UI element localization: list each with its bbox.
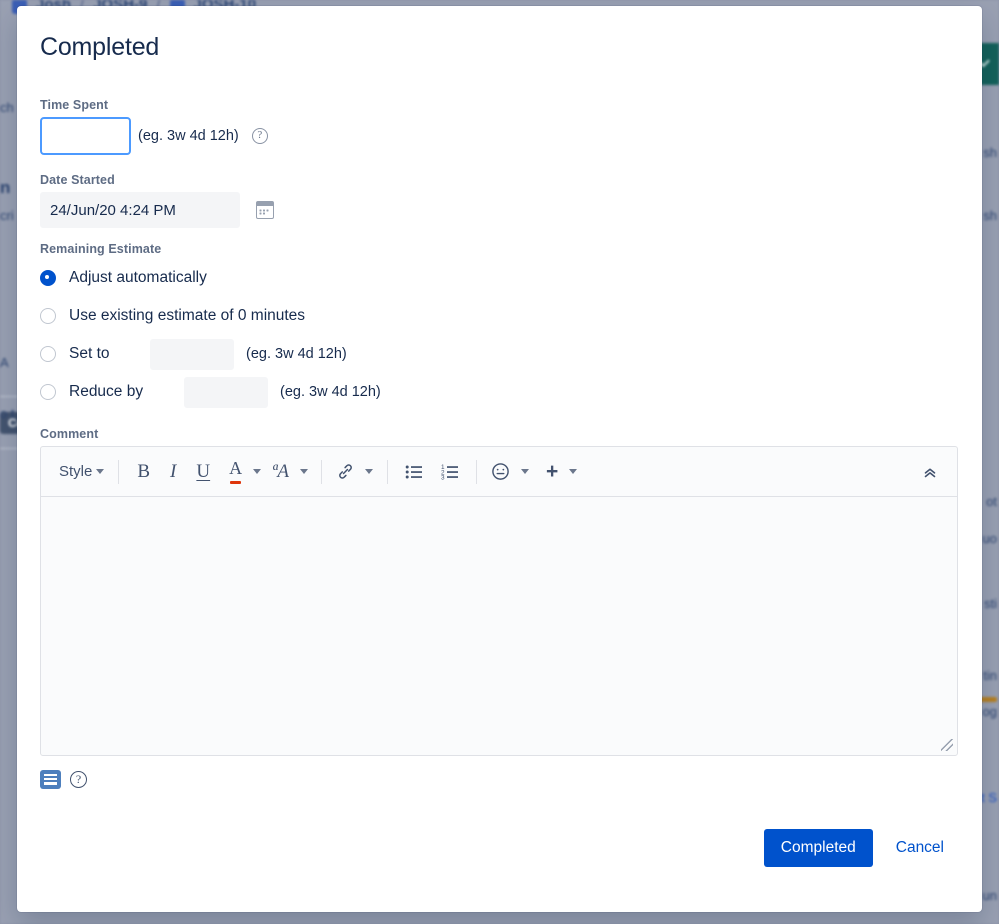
bg-text-fragment-4: A	[0, 355, 9, 370]
date-started-input[interactable]	[40, 192, 240, 228]
numbered-list-icon: 1 2 3	[441, 464, 458, 481]
bg-right-fragment-6: og	[982, 704, 997, 719]
comment-label: Comment	[40, 427, 99, 441]
time-spent-hint: (eg. 3w 4d 12h)	[138, 128, 239, 144]
insert-more-dropdown[interactable]	[564, 465, 582, 478]
chevron-down-icon	[569, 469, 578, 474]
radio-label-use-existing-estimate: Use existing estimate of 0 minutes	[69, 307, 306, 324]
bullet-list-icon	[405, 465, 422, 478]
bold-button[interactable]: B	[127, 457, 160, 487]
underline-button[interactable]: U	[186, 457, 220, 487]
link-button[interactable]	[330, 458, 379, 485]
bg-text-fragment-1: n	[0, 178, 11, 197]
text-color-dropdown[interactable]	[248, 465, 266, 478]
bg-text-fragment-5: o t	[0, 406, 15, 421]
editor-toolbar: Style B I U A ªA 1 2 3 +	[41, 447, 957, 497]
text-style-more-icon: ªA	[272, 460, 289, 482]
style-dropdown[interactable]: Style	[53, 459, 110, 484]
date-started-label: Date Started	[40, 173, 115, 187]
bg-text-fragment-2: cri	[0, 208, 14, 223]
bullet-list-button[interactable]	[396, 459, 432, 485]
bg-right-fragment-3: uo	[982, 531, 997, 546]
cancel-button[interactable]: Cancel	[883, 829, 957, 867]
toolbar-divider-1	[118, 459, 120, 484]
time-spent-label: Time Spent	[40, 98, 109, 112]
toolbar-divider-4	[475, 459, 477, 484]
chevron-double-up-icon	[924, 467, 936, 477]
set-to-hint: (eg. 3w 4d 12h)	[246, 346, 347, 362]
radio-label-adjust-automatically: Adjust automatically	[69, 269, 207, 286]
italic-icon: I	[170, 460, 177, 482]
set-to-input[interactable]	[150, 338, 234, 370]
bg-right-fragment-1: sh	[983, 208, 997, 223]
bg-right-fragment-8: un	[982, 888, 997, 903]
radio-adjust-automatically[interactable]	[40, 270, 56, 286]
chevron-down-icon	[520, 469, 529, 474]
bg-right-fragment-0: sh	[983, 145, 997, 160]
radio-label-reduce-by: Reduce by	[69, 383, 144, 400]
bg-right-fragment-5: tin	[983, 668, 997, 683]
radio-set-to[interactable]	[40, 346, 56, 362]
radio-reduce-by[interactable]	[40, 384, 56, 400]
help-circle-icon[interactable]: ?	[70, 771, 87, 788]
bg-right-fragment-4: sti	[984, 596, 997, 611]
comment-textarea[interactable]	[41, 497, 957, 755]
visibility-restriction-icon[interactable]	[40, 770, 61, 789]
remaining-estimate-option-set-to[interactable]: Set to (eg. 3w 4d 12h)	[40, 337, 958, 371]
radio-use-existing-estimate[interactable]	[40, 308, 56, 324]
submit-completed-button[interactable]: Completed	[763, 829, 873, 867]
editor-footer-icons: ?	[40, 770, 958, 789]
text-color-button[interactable]: A	[220, 454, 248, 489]
italic-button[interactable]: I	[160, 457, 186, 487]
reduce-by-input[interactable]	[184, 376, 268, 408]
insert-more-button[interactable]: +	[534, 457, 564, 486]
plus-icon: +	[545, 460, 559, 483]
radio-label-set-to: Set to	[69, 345, 110, 362]
emoji-icon	[492, 463, 509, 480]
style-dropdown-label: Style	[59, 463, 93, 480]
time-spent-row: (eg. 3w 4d 12h) ?	[40, 117, 958, 155]
modal-title: Completed	[40, 33, 160, 61]
chevron-down-icon	[96, 469, 105, 474]
toolbar-divider-3	[386, 459, 388, 484]
calendar-icon[interactable]	[256, 201, 274, 219]
date-started-row	[40, 192, 958, 228]
toolbar-divider-2	[320, 459, 322, 484]
bg-text-fragment-0: ch	[0, 100, 14, 115]
text-color-icon: A	[229, 458, 242, 485]
remaining-estimate-label: Remaining Estimate	[40, 242, 162, 256]
text-style-more-button[interactable]: ªA	[266, 457, 295, 487]
help-circle-icon[interactable]: ?	[251, 128, 268, 144]
bold-icon: B	[137, 460, 151, 482]
chevron-down-icon	[299, 469, 308, 474]
emoji-dropdown[interactable]	[516, 465, 534, 478]
log-work-modal: Completed Time Spent (eg. 3w 4d 12h) ? D…	[17, 6, 982, 912]
comment-editor: Style B I U A ªA 1 2 3 +	[40, 446, 958, 756]
link-icon	[339, 464, 352, 479]
remaining-estimate-option-reduce-by[interactable]: Reduce by (eg. 3w 4d 12h)	[40, 375, 958, 409]
modal-footer: Completed Cancel	[40, 829, 958, 867]
time-spent-input[interactable]	[40, 117, 131, 155]
numbered-list-button[interactable]: 1 2 3	[432, 459, 468, 485]
svg-text:3: 3	[441, 474, 445, 480]
bg-right-fragment-2: ot	[986, 494, 997, 509]
remaining-estimate-option-adjust[interactable]: Adjust automatically	[40, 261, 958, 295]
remaining-estimate-option-existing[interactable]: Use existing estimate of 0 minutes	[40, 299, 958, 333]
chevron-down-icon	[364, 469, 373, 474]
underline-icon: U	[196, 460, 211, 482]
emoji-button[interactable]	[485, 458, 516, 485]
text-style-more-dropdown[interactable]	[295, 465, 313, 478]
reduce-by-hint: (eg. 3w 4d 12h)	[280, 384, 381, 400]
collapse-toolbar-button[interactable]	[915, 459, 945, 485]
chevron-down-icon	[253, 469, 262, 474]
bg-right-link[interactable]: t S	[981, 790, 997, 805]
textarea-resize-handle[interactable]	[941, 739, 953, 751]
